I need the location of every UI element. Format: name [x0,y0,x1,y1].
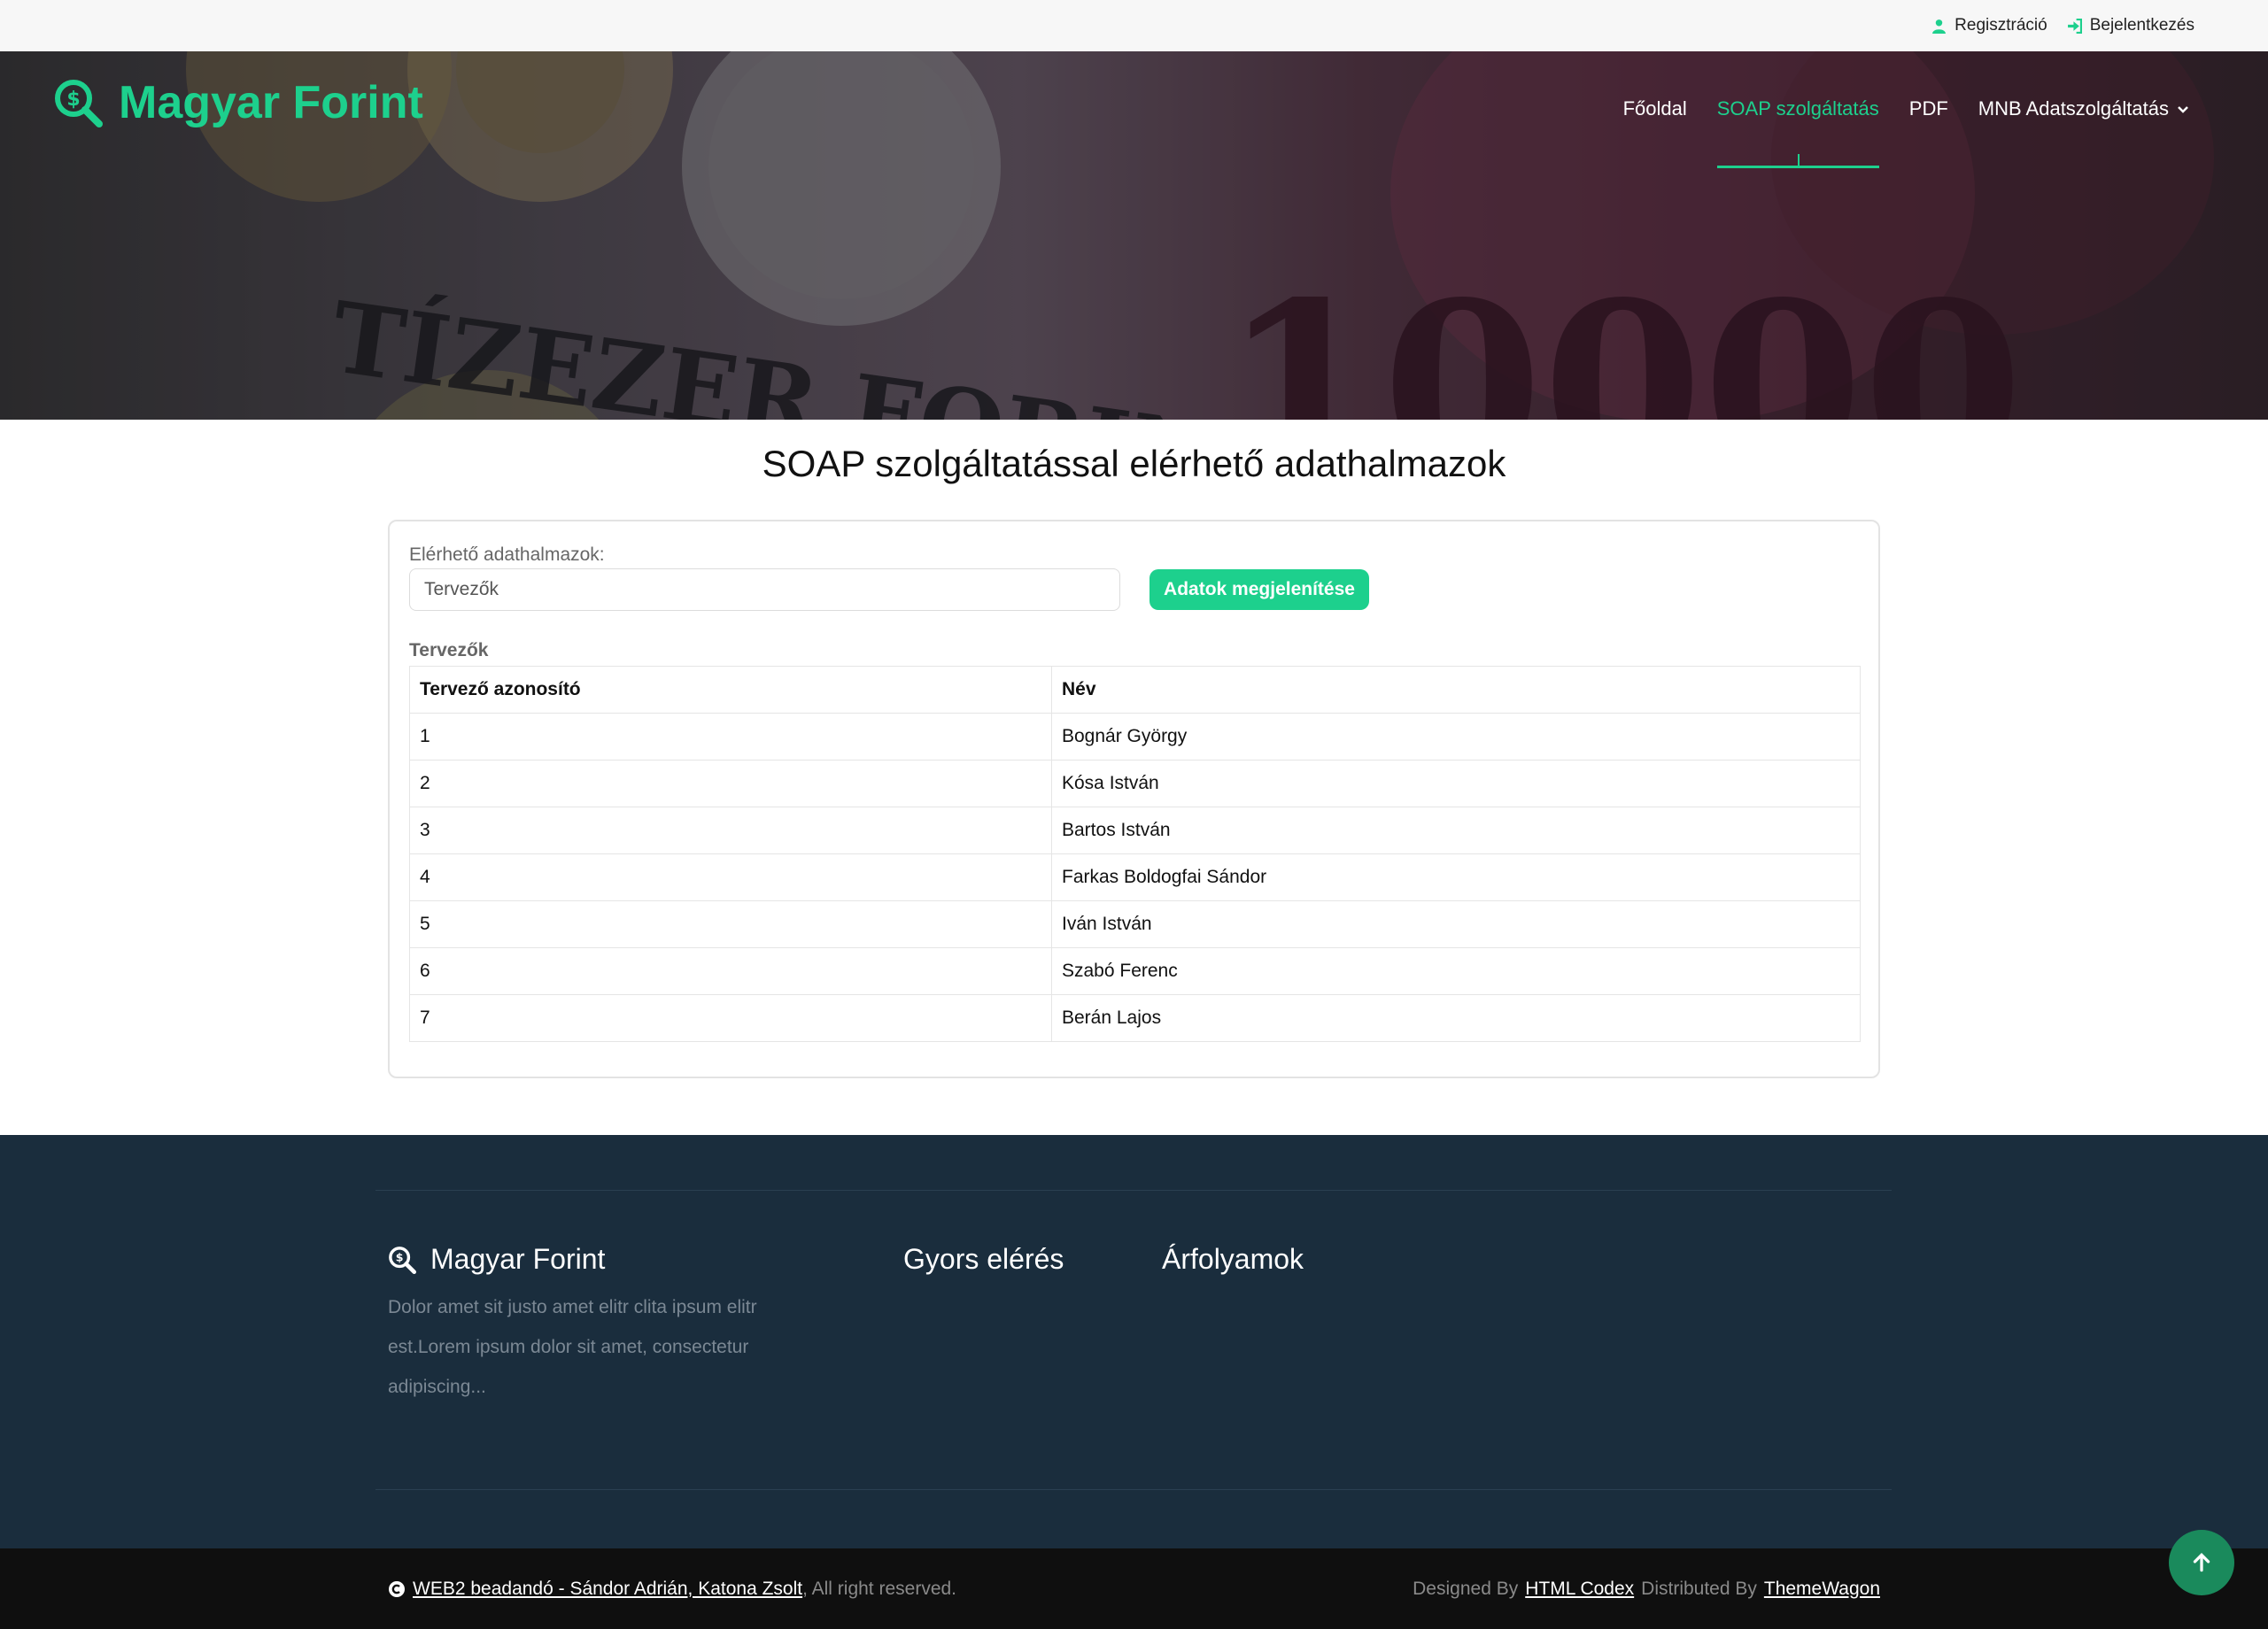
table-row: 2 Kósa István [409,760,1861,807]
register-label: Regisztráció [1955,16,2047,35]
footer: $ Magyar Forint Dolor amet sit justo ame… [0,1135,2268,1548]
top-bar: Regisztráció Bejelentkezés [0,0,2268,51]
cell-id: 5 [409,900,1052,948]
sign-in-icon [2067,18,2082,34]
dataset-card: Elérhető adathalmazok: Tervezők Adatok m… [388,520,1880,1078]
page-title: SOAP szolgáltatással elérhető adathalmaz… [762,443,1506,484]
table-row: 5 Iván István [409,900,1861,948]
svg-text:$: $ [66,89,80,111]
brand-logo[interactable]: $ Magyar Forint [53,76,423,129]
user-icon [1932,19,1947,34]
table-row: 1 Bognár György [409,713,1861,760]
cell-name: Kósa István [1051,760,1861,807]
table-row: 6 Szabó Ferenc [409,947,1861,995]
table-row: 7 Berán Lajos [409,994,1861,1042]
copyright-left: WEB2 beadandó - Sándor Adrián, Katona Zs… [388,1548,956,1629]
show-data-button[interactable]: Adatok megjelenítése [1149,569,1369,610]
nav-mnb-label: MNB Adatszolgáltatás [1978,97,2169,120]
table-row: 3 Bartos István [409,807,1861,854]
dataset-select[interactable]: Tervezők [409,568,1120,611]
cell-id: 7 [409,994,1052,1042]
nav-pdf[interactable]: PDF [1909,97,1948,168]
copyright-bar: WEB2 beadandó - Sándor Adrián, Katona Zs… [0,1548,2268,1629]
footer-description: Dolor amet sit justo amet elitr clita ip… [388,1297,757,1397]
designer-link[interactable]: HTML Codex [1525,1579,1634,1600]
distributed-by-text: Distributed By [1641,1578,1757,1599]
cell-name: Iván István [1051,900,1861,948]
footer-brand[interactable]: $ Magyar Forint [388,1243,605,1276]
dataset-select-value: Tervezők [424,579,499,599]
cell-id: 2 [409,760,1052,807]
dataset-select-label: Elérhető adathalmazok: [409,544,605,565]
designed-by-text: Designed By [1413,1578,1519,1599]
login-link[interactable]: Bejelentkezés [2067,16,2194,35]
table-header-row: Tervező azonosító Név [409,666,1861,714]
copyright-link[interactable]: WEB2 beadandó - Sándor Adrián, Katona Zs… [413,1579,802,1600]
table-caption: Tervezők [409,640,489,660]
footer-quick-links-title: Gyors elérés [903,1243,1064,1275]
footer-divider-bottom [375,1489,1892,1490]
credits: Designed By HTML Codex Distributed By Th… [1413,1548,1880,1629]
distributor-link[interactable]: ThemeWagon [1764,1579,1880,1600]
chevron-down-icon [2178,106,2188,113]
footer-rates-title: Árfolyamok [1162,1243,1304,1275]
column-header-name: Név [1051,666,1861,714]
column-header-id: Tervező azonosító [409,666,1052,714]
main-nav: Főoldal SOAP szolgáltatás PDF MNB Adatsz… [1623,97,2190,168]
search-dollar-icon: $ [55,80,103,127]
cell-name: Bognár György [1051,713,1861,760]
footer-brand-name: Magyar Forint [430,1243,606,1275]
cell-name: Bartos István [1051,807,1861,854]
back-to-top-button[interactable] [2169,1530,2234,1595]
register-link[interactable]: Regisztráció [1931,16,2047,35]
designers-table: Tervező azonosító Név 1 Bognár György 2 … [409,666,1861,1042]
copyright-icon [389,1580,405,1597]
hero-banner: TÍZEZER FORINT 10000 $ Magyar Forint Főo… [0,51,2268,420]
nav-soap[interactable]: SOAP szolgáltatás [1716,97,1879,168]
cell-id: 4 [409,853,1052,901]
nav-mnb-dropdown[interactable]: MNB Adatszolgáltatás [1978,97,2190,168]
nav-home[interactable]: Főoldal [1623,97,1687,168]
cell-name: Berán Lajos [1051,994,1861,1042]
cell-name: Szabó Ferenc [1051,947,1861,995]
copyright-suffix: , All right reserved. [802,1578,957,1599]
arrow-up-icon [2193,1553,2210,1572]
cell-id: 6 [409,947,1052,995]
cell-id: 3 [409,807,1052,854]
search-dollar-icon: $ [389,1246,416,1274]
top-links: Regisztráció Bejelentkezés [1931,0,2194,51]
table-row: 4 Farkas Boldogfai Sándor [409,853,1861,901]
svg-text:$: $ [396,1250,404,1263]
cell-id: 1 [409,713,1052,760]
footer-divider-top [375,1190,1892,1191]
brand-name: Magyar Forint [119,77,423,128]
cell-name: Farkas Boldogfai Sándor [1051,853,1861,901]
login-label: Bejelentkezés [2089,16,2194,35]
